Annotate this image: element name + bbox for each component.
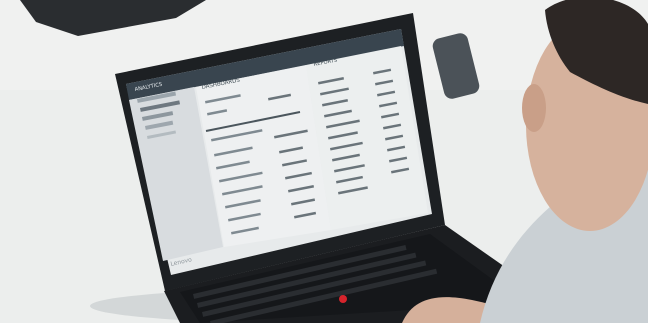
ear xyxy=(522,84,546,132)
laptop-photo: ANALYTICS DASHBOARDS REPORTS Lenovo xyxy=(0,0,648,323)
trackpoint xyxy=(339,295,347,303)
photo-scene: ANALYTICS DASHBOARDS REPORTS Lenovo xyxy=(0,0,648,323)
